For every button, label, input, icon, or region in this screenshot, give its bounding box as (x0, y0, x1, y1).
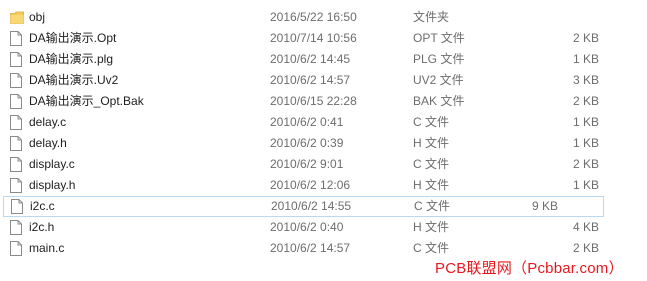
file-name: DA输出演示_Opt.Bak (29, 94, 144, 108)
file-icon (10, 115, 22, 130)
file-type: PLG 文件 (413, 52, 465, 66)
file-size: 9 KB (531, 199, 558, 213)
file-date: 2010/6/15 22:28 (270, 94, 357, 108)
file-name: obj (29, 10, 46, 24)
file-name: delay.c (29, 115, 67, 129)
file-name: DA输出演示.Opt (29, 31, 117, 45)
file-type: H 文件 (413, 220, 450, 234)
list-item-file[interactable]: display.c 2010/6/2 9:01 C 文件 2 KB (0, 154, 647, 175)
list-item-file[interactable]: DA输出演示.plg 2010/6/2 14:45 PLG 文件 1 KB (0, 49, 647, 70)
file-size: 1 KB (572, 115, 599, 129)
file-name: main.c (29, 241, 65, 255)
file-type: H 文件 (413, 178, 450, 192)
file-type: BAK 文件 (413, 94, 465, 108)
file-date: 2010/6/2 0:41 (270, 115, 344, 129)
file-date: 2010/6/2 14:55 (271, 199, 352, 213)
file-icon (10, 136, 22, 151)
file-type: H 文件 (413, 136, 450, 150)
file-icon (10, 73, 22, 88)
list-item-file[interactable]: delay.h 2010/6/2 0:39 H 文件 1 KB (0, 133, 647, 154)
file-size: 2 KB (572, 94, 599, 108)
file-name: i2c.c (30, 199, 55, 213)
list-item-file-selected[interactable]: i2c.c 2010/6/2 14:55 C 文件 9 KB (3, 196, 604, 217)
file-name: i2c.h (29, 220, 55, 234)
list-item-file[interactable]: delay.c 2010/6/2 0:41 C 文件 1 KB (0, 112, 647, 133)
file-list: obj 2016/5/22 16:50 文件夹 DA输出演示.Opt 2010/… (0, 7, 647, 259)
watermark-text: PCB联盟网（Pcbbar.com） (435, 260, 624, 277)
list-item-file[interactable]: DA输出演示_Opt.Bak 2010/6/15 22:28 BAK 文件 2 … (0, 91, 647, 112)
folder-icon (10, 10, 24, 25)
list-item-file[interactable]: DA输出演示.Uv2 2010/6/2 14:57 UV2 文件 3 KB (0, 70, 647, 91)
file-name: delay.h (29, 136, 67, 150)
file-size: 2 KB (572, 157, 599, 171)
file-size: 1 KB (572, 136, 599, 150)
file-size: 4 KB (572, 220, 599, 234)
file-size: 1 KB (572, 178, 599, 192)
list-item-file[interactable]: display.h 2010/6/2 12:06 H 文件 1 KB (0, 175, 647, 196)
file-name: DA输出演示.Uv2 (29, 73, 119, 87)
file-type: OPT 文件 (413, 31, 465, 45)
file-icon (10, 94, 22, 109)
file-type: UV2 文件 (413, 73, 464, 87)
file-size: 3 KB (572, 73, 599, 87)
file-size: 2 KB (572, 31, 599, 45)
file-date: 2010/6/2 14:57 (270, 73, 351, 87)
file-type: C 文件 (413, 157, 450, 171)
file-icon (10, 157, 22, 172)
file-name: DA输出演示.plg (29, 52, 114, 66)
file-date: 2010/6/2 14:57 (270, 241, 351, 255)
file-date: 2016/5/22 16:50 (270, 10, 357, 24)
file-icon (10, 220, 22, 235)
file-date: 2010/6/2 9:01 (270, 157, 344, 171)
file-icon (11, 199, 23, 214)
file-date: 2010/6/2 12:06 (270, 178, 351, 192)
file-date: 2010/6/2 0:40 (270, 220, 344, 234)
file-icon (10, 241, 22, 256)
list-item-file[interactable]: DA输出演示.Opt 2010/7/14 10:56 OPT 文件 2 KB (0, 28, 647, 49)
list-item-obj[interactable]: obj 2016/5/22 16:50 文件夹 (0, 7, 647, 28)
file-icon (10, 178, 22, 193)
list-item-file[interactable]: main.c 2010/6/2 14:57 C 文件 2 KB (0, 238, 647, 259)
list-item-file[interactable]: i2c.h 2010/6/2 0:40 H 文件 4 KB (0, 217, 647, 238)
file-date: 2010/6/2 14:45 (270, 52, 351, 66)
file-type: 文件夹 (413, 10, 450, 24)
file-date: 2010/6/2 0:39 (270, 136, 344, 150)
file-type: C 文件 (413, 241, 450, 255)
file-date: 2010/7/14 10:56 (270, 31, 357, 45)
file-type: C 文件 (414, 199, 451, 213)
file-size: 1 KB (572, 52, 599, 66)
file-size: 2 KB (572, 241, 599, 255)
file-icon (10, 31, 22, 46)
file-icon (10, 52, 22, 67)
file-name: display.h (29, 178, 76, 192)
file-type: C 文件 (413, 115, 450, 129)
file-name: display.c (29, 157, 75, 171)
